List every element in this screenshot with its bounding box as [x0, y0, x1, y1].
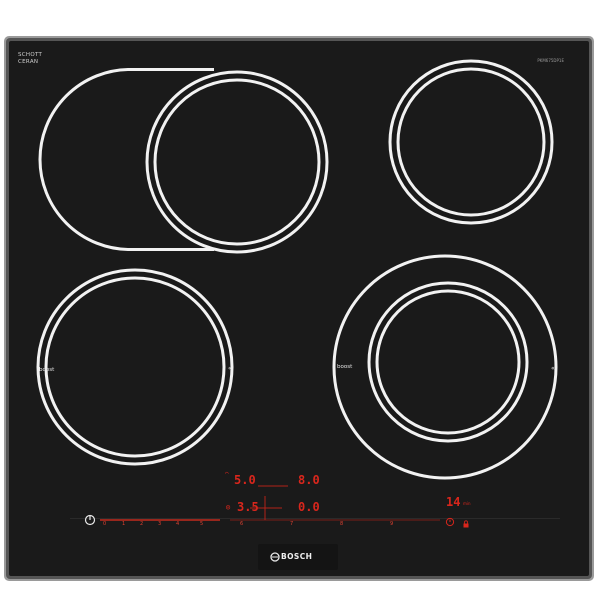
- power-scale-4[interactable]: 4: [176, 521, 179, 527]
- timer-display: 14: [446, 495, 461, 509]
- power-scale-2[interactable]: 2: [140, 521, 143, 527]
- model-number: PKM675DP1E: [537, 58, 564, 63]
- power-scale-5[interactable]: 5: [200, 521, 203, 527]
- chevron-left-icon: «: [228, 365, 232, 372]
- brand-line-1: SCHOTT: [18, 52, 43, 58]
- power-icon: [84, 514, 96, 526]
- chevron-right-icon: «: [551, 365, 555, 372]
- power-scale-0[interactable]: 0: [103, 521, 106, 527]
- display-bottom-left: 3.5: [237, 500, 259, 514]
- power-button[interactable]: [84, 513, 96, 526]
- power-scale-7[interactable]: 7: [290, 521, 293, 527]
- timer-unit: min: [463, 501, 471, 506]
- power-scale-9[interactable]: 9: [390, 521, 393, 527]
- bosch-logo-text: BOSCH: [281, 552, 313, 561]
- boost-label-left: boost: [39, 367, 55, 373]
- zone-indicator-bottom-icon: ◎: [226, 503, 231, 511]
- glass-surface: [9, 41, 589, 576]
- zone-indicator-top-icon: ⌒: [225, 470, 229, 477]
- power-scale-6[interactable]: 6: [240, 521, 243, 527]
- display-top-right: 8.0: [298, 473, 320, 487]
- timer-button[interactable]: [445, 514, 455, 527]
- boost-label-right: boost: [337, 364, 353, 370]
- lock-button[interactable]: [462, 515, 470, 528]
- display-top-left: 5.0: [234, 473, 256, 487]
- power-scale-1[interactable]: 1: [122, 521, 125, 527]
- power-scale-8[interactable]: 8: [340, 521, 343, 527]
- brand-line-2: CERAN: [18, 59, 39, 65]
- display-bottom-right: 0.0: [298, 500, 320, 514]
- timer-icon: [445, 517, 455, 527]
- power-scale-3[interactable]: 3: [158, 521, 161, 527]
- lock-icon: [463, 520, 469, 528]
